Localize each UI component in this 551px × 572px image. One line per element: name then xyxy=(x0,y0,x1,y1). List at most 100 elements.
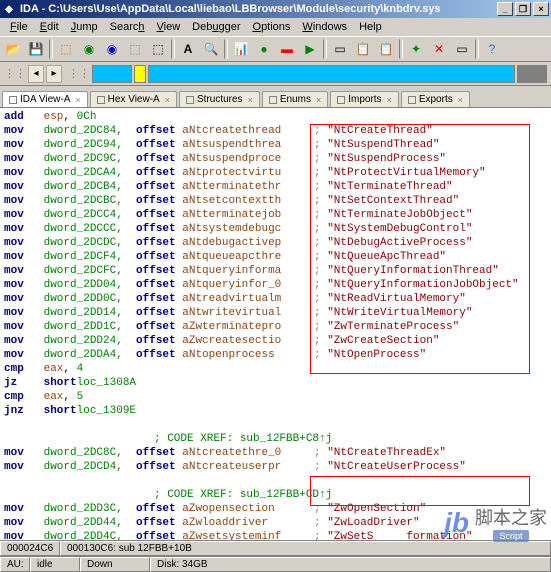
status-offset: 000024C6 xyxy=(0,541,60,556)
status-address: 000130C6: sub 12FBB+10B xyxy=(60,541,551,556)
menu-view[interactable]: View xyxy=(151,19,187,35)
menu-file[interactable]: File xyxy=(4,19,34,35)
tool-icon[interactable]: ▭ xyxy=(329,38,351,60)
code-line: mov dword_2DD44, offset aZwloaddriver ; … xyxy=(4,516,547,530)
code-line: mov dword_2DD3C, offset aZwopensection ;… xyxy=(4,502,547,516)
menu-jump[interactable]: Jump xyxy=(65,19,104,35)
tab[interactable]: Imports × xyxy=(330,91,399,107)
separator xyxy=(323,39,327,59)
menu-help[interactable]: Help xyxy=(353,19,388,35)
toolbar: 📂 💾 ⬚ ◉ ◉ ⬚ ⬚ A 🔍 📊 ● ▬ ▶ ▭ 📋 📋 ✦ ✕ ▭ ? xyxy=(0,36,551,62)
tab-icon xyxy=(186,96,194,104)
code-line: mov dword_2DCDC, offset aNtdebugactivep;… xyxy=(4,236,547,250)
tool-icon[interactable]: ▭ xyxy=(451,38,473,60)
tool-icon[interactable]: 📋 xyxy=(352,38,374,60)
tab[interactable]: Enums × xyxy=(262,91,328,107)
code-line: jz short loc_1308A xyxy=(4,376,547,390)
tab-close-icon[interactable]: × xyxy=(248,95,253,105)
nav-next-icon[interactable]: ▸ xyxy=(46,65,62,83)
menu-edit[interactable]: Edit xyxy=(34,19,65,35)
code-line: mov dword_2DC9C, offset aNtsuspendproce;… xyxy=(4,152,547,166)
code-line: jnz short loc_1309E xyxy=(4,404,547,418)
separator xyxy=(475,39,479,59)
status-down: Down xyxy=(80,557,150,572)
tab-close-icon[interactable]: × xyxy=(165,95,170,105)
tab-close-icon[interactable]: × xyxy=(75,95,80,105)
code-line: mov dword_2DD1C, offset aZwterminatepro;… xyxy=(4,320,547,334)
nav-function-bar[interactable] xyxy=(134,65,146,83)
tool-icon[interactable]: ⬚ xyxy=(124,38,146,60)
tab-label: IDA View-A xyxy=(20,94,70,105)
code-line: mov dword_2DD0C, offset aNtreadvirtualm;… xyxy=(4,292,547,306)
code-line: mov dword_2DD04, offset aNtqueryinfor_0;… xyxy=(4,278,547,292)
code-line: mov dword_2DD14, offset aNtwritevirtual;… xyxy=(4,306,547,320)
restore-button[interactable]: ❐ xyxy=(515,2,531,16)
code-line: mov dword_2DCC4, offset aNtterminatejob;… xyxy=(4,208,547,222)
xref-line: ; CODE XREF: sub_12FBB+C8↑j xyxy=(4,432,547,446)
open-icon[interactable]: 📂 xyxy=(2,38,24,60)
code-line: mov dword_2DCF4, offset aNtqueueapcthre;… xyxy=(4,250,547,264)
tab-icon xyxy=(9,96,17,104)
code-line: mov dword_2DD4C, offset aZwsetsysteminf;… xyxy=(4,530,547,540)
tab-label: Imports xyxy=(348,94,381,105)
nav-function-bar[interactable] xyxy=(92,65,132,83)
menu-windows[interactable]: Windows xyxy=(296,19,353,35)
tab[interactable]: Exports × xyxy=(401,91,470,107)
tab-label: Enums xyxy=(280,94,311,105)
tool-icon[interactable]: ⬚ xyxy=(147,38,169,60)
code-line: cmp eax, 4 xyxy=(4,362,547,376)
separator xyxy=(171,39,175,59)
tool-icon[interactable]: ▶ xyxy=(299,38,321,60)
status-idle: idle xyxy=(30,557,80,572)
status-disk: Disk: 34GB xyxy=(150,557,551,572)
code-line: cmp eax, 5 xyxy=(4,390,547,404)
help-icon[interactable]: ? xyxy=(481,38,503,60)
tab-close-icon[interactable]: × xyxy=(316,95,321,105)
menu-search[interactable]: Search xyxy=(104,19,151,35)
tab-icon xyxy=(97,96,105,104)
separator xyxy=(224,39,228,59)
window-titlebar: ◆ IDA - C:\Users\Use\AppData\Local\lieba… xyxy=(0,0,551,18)
nav-function-bar[interactable] xyxy=(517,65,547,83)
search-icon[interactable]: 🔍 xyxy=(200,38,222,60)
tab-icon xyxy=(337,96,345,104)
code-line: mov dword_2DCD4, offset aNtcreateuserpr;… xyxy=(4,460,547,474)
status-bar-2: AU: idle Down Disk: 34GB xyxy=(0,556,551,572)
minimize-button[interactable]: _ xyxy=(497,2,513,16)
nav-handle[interactable]: ⋮⋮ xyxy=(4,67,26,80)
nav-handle[interactable]: ⋮⋮ xyxy=(68,67,90,80)
tab-icon xyxy=(269,96,277,104)
disassembly-view[interactable]: add esp, 0Chmov dword_2DC84, offset aNtc… xyxy=(0,108,551,540)
chart-icon[interactable]: 📊 xyxy=(230,38,252,60)
code-line: mov dword_2DCBC, offset aNtsetcontextth;… xyxy=(4,194,547,208)
tool-icon[interactable]: 📋 xyxy=(375,38,397,60)
tab-close-icon[interactable]: × xyxy=(387,95,392,105)
nav-prev-icon[interactable]: ◂ xyxy=(28,65,44,83)
menu-options[interactable]: Options xyxy=(247,19,297,35)
tool-icon[interactable]: ✦ xyxy=(405,38,427,60)
code-line: mov dword_2DCCC, offset aNtsystemdebugc;… xyxy=(4,222,547,236)
menu-debugger[interactable]: Debugger xyxy=(186,19,246,35)
tab-close-icon[interactable]: × xyxy=(458,95,463,105)
tool-icon[interactable]: ▬ xyxy=(276,38,298,60)
nav-bar: ⋮⋮ ◂ ▸ ⋮⋮ xyxy=(0,62,551,86)
tab[interactable]: Structures× xyxy=(179,91,260,107)
tool-icon[interactable]: ⬚ xyxy=(55,38,77,60)
code-line: mov dword_2DCA4, offset aNtprotectvirtu;… xyxy=(4,166,547,180)
close-button[interactable]: × xyxy=(533,2,549,16)
text-icon[interactable]: A xyxy=(177,38,199,60)
code-line: mov dword_2DCFC, offset aNtqueryinforma;… xyxy=(4,264,547,278)
tool-icon[interactable]: ✕ xyxy=(428,38,450,60)
tab[interactable]: Hex View-A × xyxy=(90,91,177,107)
save-icon[interactable]: 💾 xyxy=(25,38,47,60)
tab-label: Hex View-A xyxy=(108,94,160,105)
tool-icon[interactable]: ◉ xyxy=(78,38,100,60)
tool-icon[interactable]: ● xyxy=(253,38,275,60)
tool-icon[interactable]: ◉ xyxy=(101,38,123,60)
tab[interactable]: IDA View-A × xyxy=(2,91,88,107)
nav-function-bar[interactable] xyxy=(148,65,515,83)
status-bar: 000024C6 000130C6: sub 12FBB+10B xyxy=(0,540,551,556)
tab-label: Exports xyxy=(419,94,453,105)
code-line: mov dword_2DC84, offset aNtcreatethread;… xyxy=(4,124,547,138)
code-line: mov dword_2DC94, offset aNtsuspendthrea;… xyxy=(4,138,547,152)
